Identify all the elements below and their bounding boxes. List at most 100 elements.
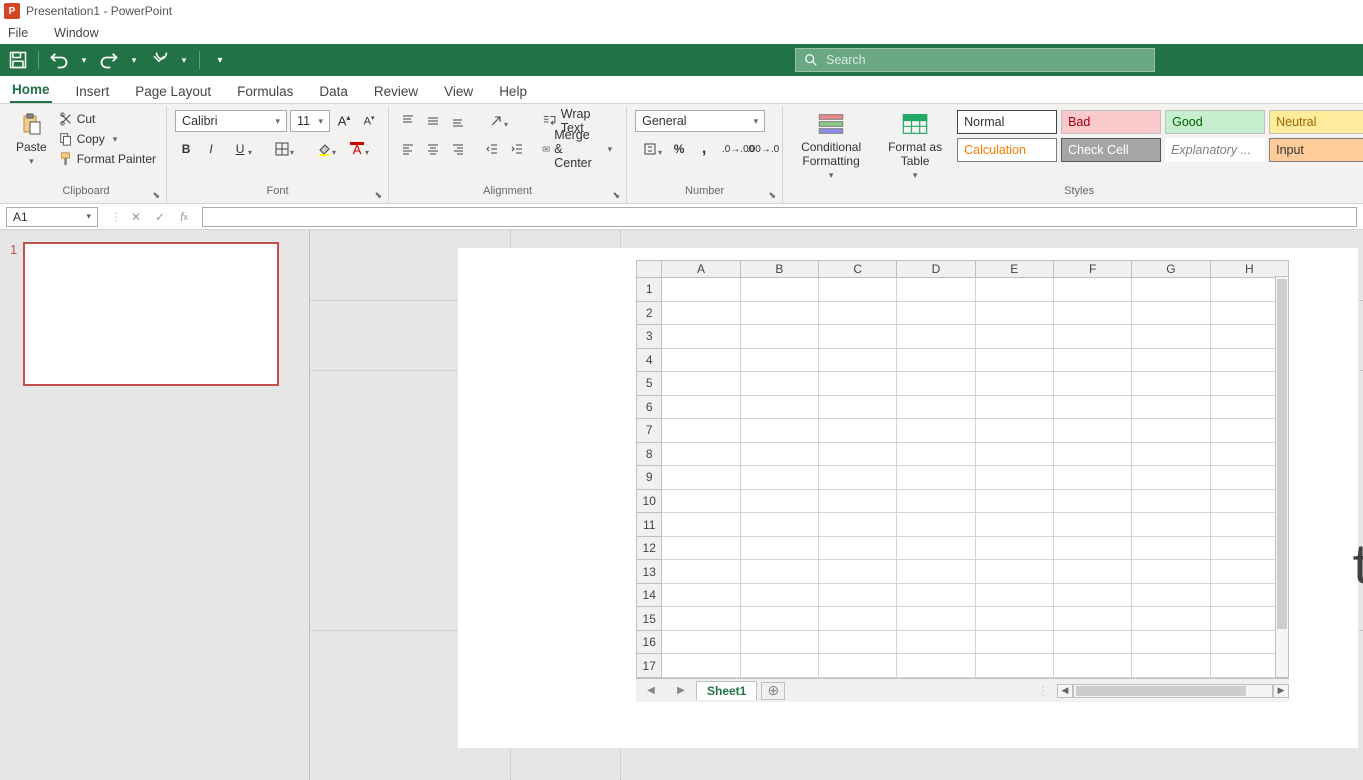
tab-page-layout[interactable]: Page Layout bbox=[133, 80, 213, 103]
cell[interactable] bbox=[897, 419, 975, 443]
align-left-icon[interactable] bbox=[397, 138, 419, 160]
merge-center-button[interactable]: Merge & Center▾ bbox=[536, 138, 618, 160]
cell[interactable] bbox=[1053, 301, 1131, 325]
cell[interactable] bbox=[1053, 630, 1131, 654]
cell[interactable] bbox=[1132, 536, 1210, 560]
row-header[interactable]: 15 bbox=[637, 607, 662, 631]
cell[interactable] bbox=[1053, 419, 1131, 443]
cell[interactable] bbox=[662, 654, 740, 678]
cell[interactable] bbox=[1132, 301, 1210, 325]
style-neutral[interactable]: Neutral bbox=[1269, 110, 1363, 134]
row-header[interactable]: 10 bbox=[637, 489, 662, 513]
align-center-icon[interactable] bbox=[422, 138, 444, 160]
cell[interactable] bbox=[819, 489, 897, 513]
cell[interactable] bbox=[819, 466, 897, 490]
font-launcher-icon[interactable]: ⬊ bbox=[375, 190, 383, 201]
cell[interactable] bbox=[662, 372, 740, 396]
cell[interactable] bbox=[662, 583, 740, 607]
cell[interactable] bbox=[897, 348, 975, 372]
cell[interactable] bbox=[975, 325, 1053, 349]
cell[interactable] bbox=[897, 607, 975, 631]
qat-more-icon[interactable] bbox=[149, 50, 169, 70]
cell[interactable] bbox=[975, 372, 1053, 396]
number-format-dropdown[interactable]: General▾ bbox=[635, 110, 765, 132]
hscroll-left-icon[interactable]: ◀ bbox=[1057, 684, 1073, 698]
cell[interactable] bbox=[819, 348, 897, 372]
row-header[interactable]: 13 bbox=[637, 560, 662, 584]
cell[interactable] bbox=[740, 466, 818, 490]
cell[interactable] bbox=[819, 419, 897, 443]
cell[interactable] bbox=[819, 560, 897, 584]
percent-icon[interactable]: % bbox=[668, 138, 690, 160]
select-all-corner[interactable] bbox=[637, 261, 662, 278]
cell[interactable] bbox=[975, 466, 1053, 490]
slide-thumbnail[interactable] bbox=[23, 242, 279, 386]
cell[interactable] bbox=[1132, 583, 1210, 607]
cell[interactable] bbox=[1053, 466, 1131, 490]
cell[interactable] bbox=[1132, 654, 1210, 678]
cell[interactable] bbox=[897, 278, 975, 302]
row-header[interactable]: 4 bbox=[637, 348, 662, 372]
copy-button[interactable]: Copy▾ bbox=[55, 130, 160, 148]
row-header[interactable]: 2 bbox=[637, 301, 662, 325]
cell[interactable] bbox=[1053, 348, 1131, 372]
cell[interactable] bbox=[662, 278, 740, 302]
cell[interactable] bbox=[975, 513, 1053, 537]
column-header[interactable]: A bbox=[662, 261, 740, 278]
cell[interactable] bbox=[1132, 513, 1210, 537]
cell[interactable] bbox=[662, 419, 740, 443]
cell[interactable] bbox=[1132, 348, 1210, 372]
search-box[interactable] bbox=[795, 48, 1155, 72]
hscroll-right-icon[interactable]: ▶ bbox=[1273, 684, 1289, 698]
column-header[interactable]: G bbox=[1132, 261, 1210, 278]
cell[interactable] bbox=[975, 395, 1053, 419]
clipboard-launcher-icon[interactable]: ⬊ bbox=[153, 190, 161, 201]
decrease-font-icon[interactable]: A▾ bbox=[358, 110, 380, 132]
column-header[interactable]: B bbox=[740, 261, 818, 278]
row-header[interactable]: 16 bbox=[637, 630, 662, 654]
cell[interactable] bbox=[662, 630, 740, 654]
cell[interactable] bbox=[897, 325, 975, 349]
align-right-icon[interactable] bbox=[447, 138, 469, 160]
alignment-launcher-icon[interactable]: ⬊ bbox=[613, 190, 621, 201]
cancel-formula-icon[interactable]: ✕ bbox=[126, 207, 146, 227]
cell[interactable] bbox=[897, 654, 975, 678]
sheet-nav-next-icon[interactable]: ▶ bbox=[666, 685, 696, 696]
column-header[interactable]: D bbox=[897, 261, 975, 278]
cell[interactable] bbox=[975, 583, 1053, 607]
row-header[interactable]: 9 bbox=[637, 466, 662, 490]
cut-button[interactable]: Cut bbox=[55, 110, 160, 128]
menu-file[interactable]: File bbox=[4, 26, 32, 40]
cell[interactable] bbox=[1053, 513, 1131, 537]
row-header[interactable]: 1 bbox=[637, 278, 662, 302]
cell[interactable] bbox=[1053, 278, 1131, 302]
cell[interactable] bbox=[897, 536, 975, 560]
cell[interactable] bbox=[1132, 278, 1210, 302]
cell[interactable] bbox=[1053, 560, 1131, 584]
cell[interactable] bbox=[897, 513, 975, 537]
cell[interactable] bbox=[740, 325, 818, 349]
cell[interactable] bbox=[819, 630, 897, 654]
cell[interactable] bbox=[740, 607, 818, 631]
cell[interactable] bbox=[662, 536, 740, 560]
column-header[interactable]: E bbox=[975, 261, 1053, 278]
style-normal[interactable]: Normal bbox=[957, 110, 1057, 134]
cell[interactable] bbox=[1132, 372, 1210, 396]
cell[interactable] bbox=[740, 630, 818, 654]
decrease-decimal-icon[interactable]: .00→.0 bbox=[752, 138, 774, 160]
cell[interactable] bbox=[1053, 442, 1131, 466]
row-header[interactable]: 6 bbox=[637, 395, 662, 419]
sheet-nav-prev-icon[interactable]: ◀ bbox=[636, 685, 666, 696]
cell[interactable] bbox=[819, 442, 897, 466]
cell[interactable] bbox=[1053, 325, 1131, 349]
style-bad[interactable]: Bad bbox=[1061, 110, 1161, 134]
cell[interactable] bbox=[740, 489, 818, 513]
tab-help[interactable]: Help bbox=[497, 80, 529, 103]
cell[interactable] bbox=[819, 301, 897, 325]
cell[interactable] bbox=[1132, 466, 1210, 490]
cell[interactable] bbox=[819, 607, 897, 631]
cell[interactable] bbox=[1132, 560, 1210, 584]
tab-insert[interactable]: Insert bbox=[74, 80, 112, 103]
row-header[interactable]: 11 bbox=[637, 513, 662, 537]
increase-font-icon[interactable]: A▴ bbox=[333, 110, 355, 132]
